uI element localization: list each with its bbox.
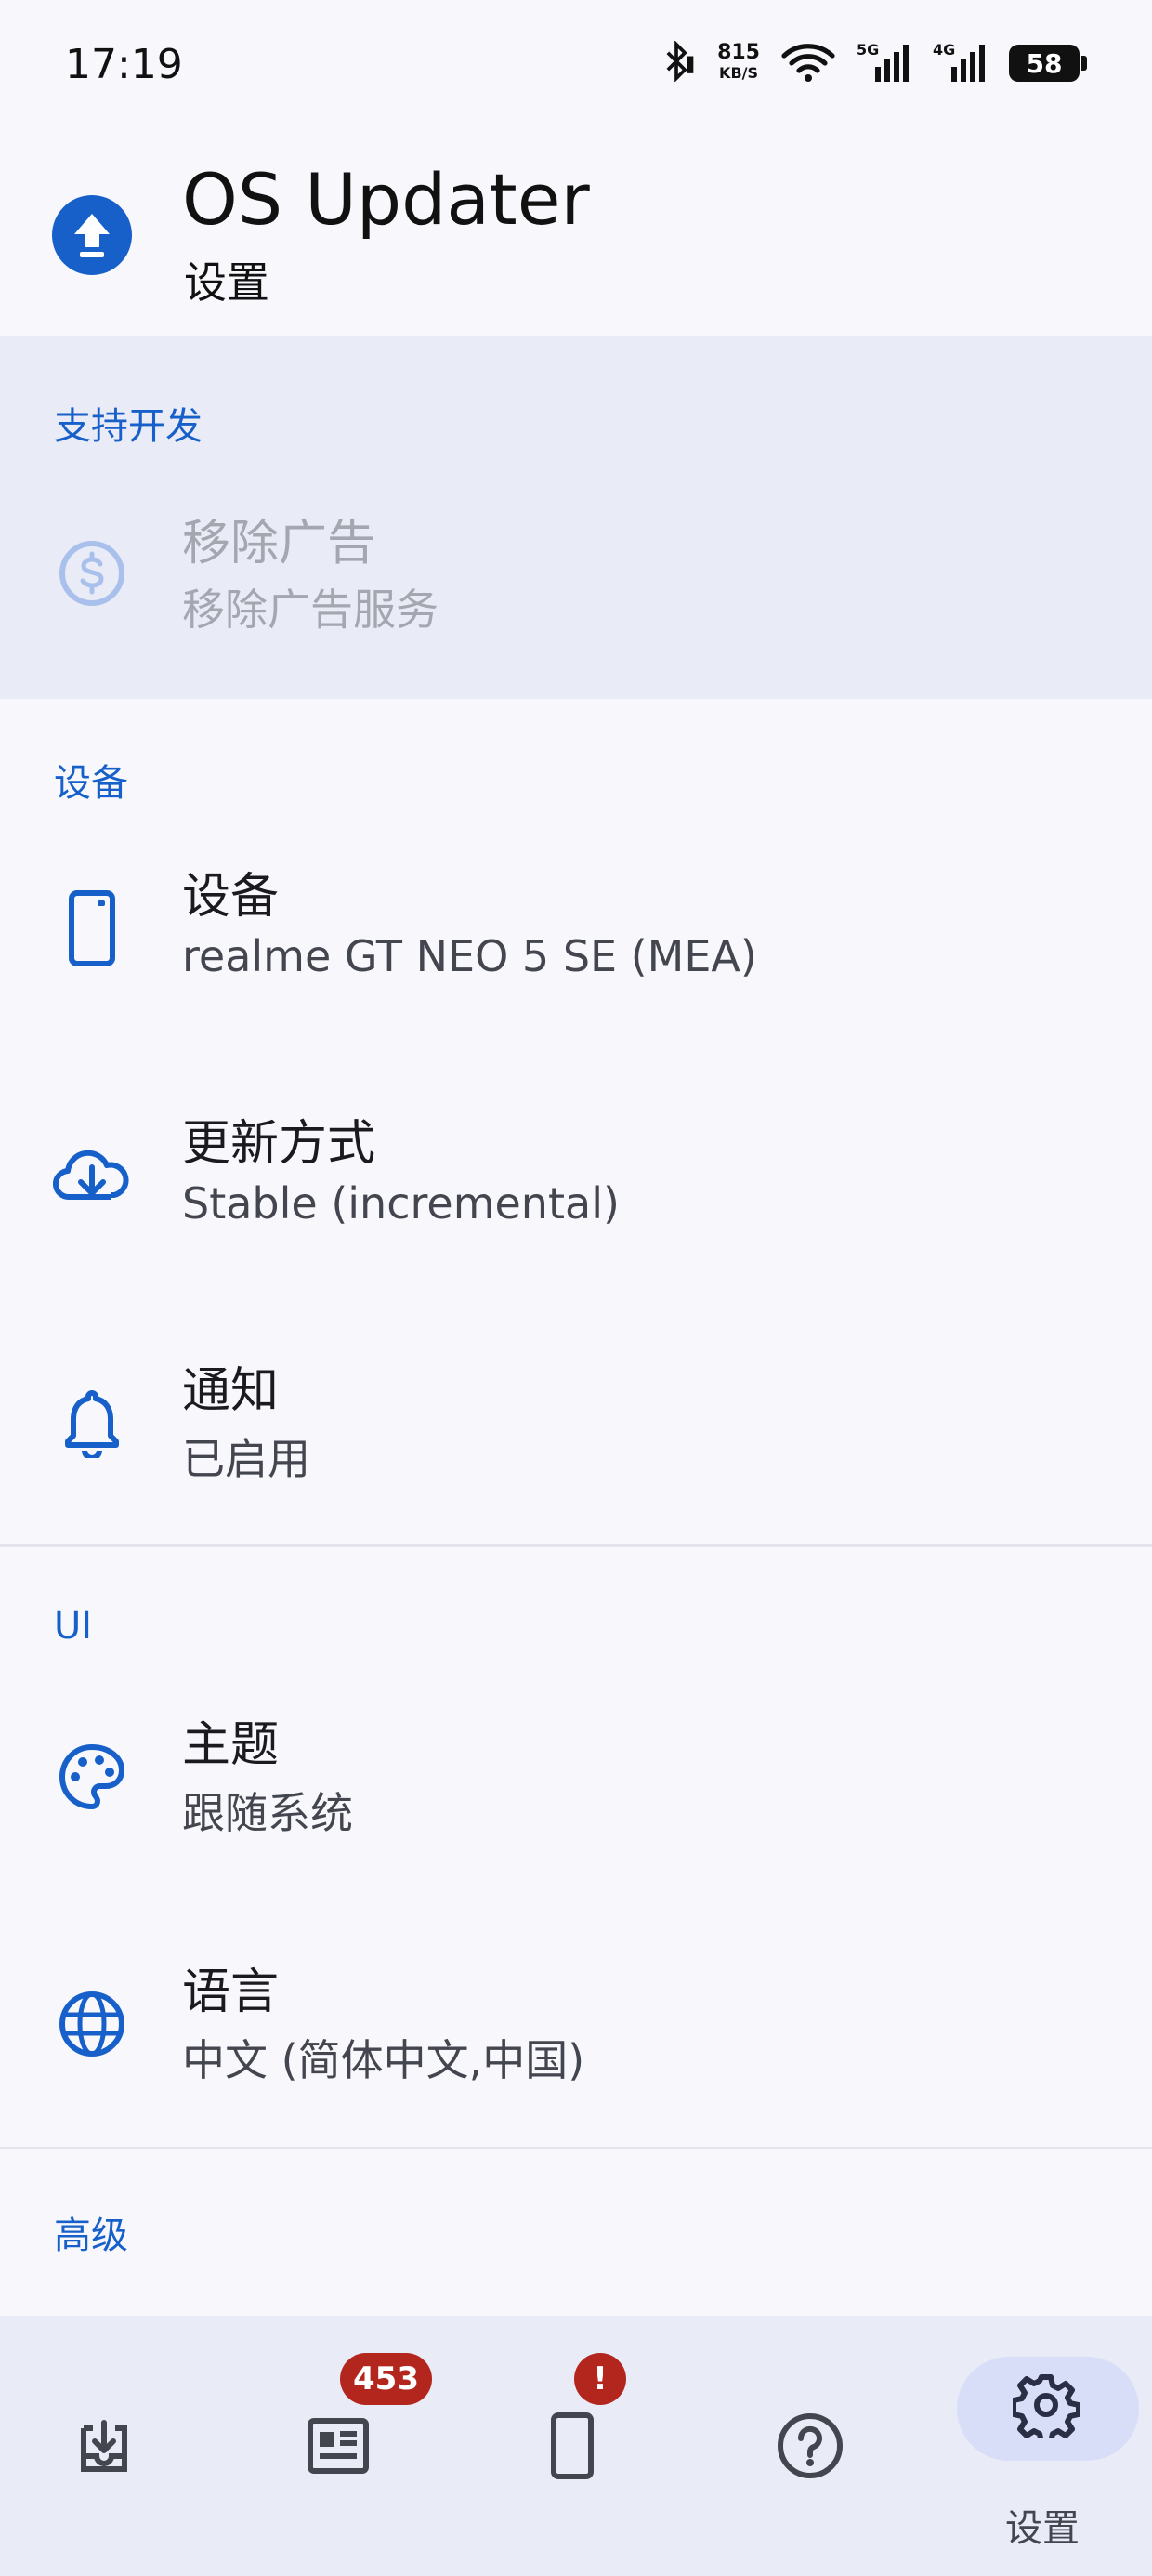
device-desc: realme GT NEO 5 SE (MEA) [182, 931, 757, 981]
nav-item-help[interactable] [717, 2316, 903, 2576]
notifications-title: 通知 [182, 1363, 280, 1419]
nav-label-settings: 设置 [1005, 2507, 1080, 2550]
palette-icon [52, 1737, 132, 1817]
notifications-desc: 已启用 [182, 1434, 310, 1484]
battery-indicator: 58 [1009, 45, 1087, 82]
signal-4g-icon: 4G [933, 41, 988, 85]
dollar-circle-icon [52, 533, 132, 613]
nav-item-device[interactable]: ! [481, 2316, 667, 2576]
nav-item-news[interactable]: 453 [245, 2316, 432, 2576]
language-item[interactable]: 语言 中文 (简体中文,中国) [0, 1917, 1152, 2131]
bell-icon [52, 1383, 132, 1463]
language-desc: 中文 (简体中文,中国) [182, 2035, 585, 2085]
nav-item-settings[interactable]: 设置 [929, 2316, 1152, 2576]
theme-desc: 跟随系统 [182, 1788, 353, 1838]
status-icons: 815 KB/S 5G 4G 58 [656, 39, 1087, 87]
wifi-icon [780, 39, 836, 87]
battery-level: 58 [1026, 47, 1063, 79]
help-circle-icon [773, 2409, 847, 2483]
signal-5g-icon: 5G [857, 41, 912, 85]
globe-icon [52, 1984, 132, 2064]
nav-item-updates[interactable] [11, 2316, 197, 2576]
notifications-item[interactable]: 通知 已启用 [0, 1316, 1152, 1530]
device-title: 设备 [182, 869, 280, 925]
ui-section: UI 主题 跟随系统 语言 中文 (简体中文,中国) [0, 1547, 1152, 2147]
device-section: 设备 设备 realme GT NEO 5 SE (MEA) 更新方式 Stab… [0, 699, 1152, 1544]
status-time: 17:19 [65, 41, 183, 88]
network-speed-value: 815 [717, 41, 760, 64]
bluetooth-icon [656, 40, 697, 85]
network-speed-unit: KB/S [719, 64, 759, 82]
app-bar: OS Updater 设置 [0, 139, 1152, 335]
gear-icon [1009, 2368, 1083, 2442]
network-speed: 815 KB/S [717, 43, 760, 84]
cloud-download-icon [52, 1136, 132, 1216]
phone-alert-icon [537, 2409, 611, 2483]
status-bar: 17:19 815 KB/S 5G 4G 58 [0, 0, 1152, 139]
page-title: 设置 [184, 257, 269, 308]
phone-icon [52, 888, 132, 968]
bottom-navigation: 453 ! 设置 [0, 2316, 1152, 2576]
language-title: 语言 [182, 1965, 280, 2020]
remove-ads-desc: 移除广告服务 [182, 585, 439, 635]
advanced-section: 高级 [0, 2149, 1152, 2316]
device-item[interactable]: 设备 realme GT NEO 5 SE (MEA) [0, 821, 1152, 1035]
theme-item[interactable]: 主题 跟随系统 [0, 1670, 1152, 1884]
app-title: OS Updater [182, 158, 590, 241]
news-count-badge: 453 [340, 2353, 432, 2405]
upload-circle-icon [52, 195, 132, 275]
section-header-support: 支持开发 [54, 405, 203, 448]
theme-title: 主题 [182, 1717, 280, 1773]
remove-ads-title: 移除广告 [182, 516, 376, 572]
download-tray-icon [67, 2409, 141, 2483]
update-method-desc: Stable (incremental) [182, 1178, 620, 1229]
section-header-device: 设备 [54, 762, 128, 805]
section-header-ui: UI [54, 1605, 93, 1648]
remove-ads-item[interactable]: 移除广告 移除广告服务 [0, 467, 1152, 680]
update-method-title: 更新方式 [182, 1116, 376, 1172]
news-icon [301, 2409, 375, 2483]
support-section: 支持开发 移除广告 移除广告服务 [0, 336, 1152, 699]
device-alert-badge: ! [574, 2353, 626, 2405]
section-header-advanced: 高级 [54, 2215, 128, 2257]
update-method-item[interactable]: 更新方式 Stable (incremental) [0, 1069, 1152, 1282]
